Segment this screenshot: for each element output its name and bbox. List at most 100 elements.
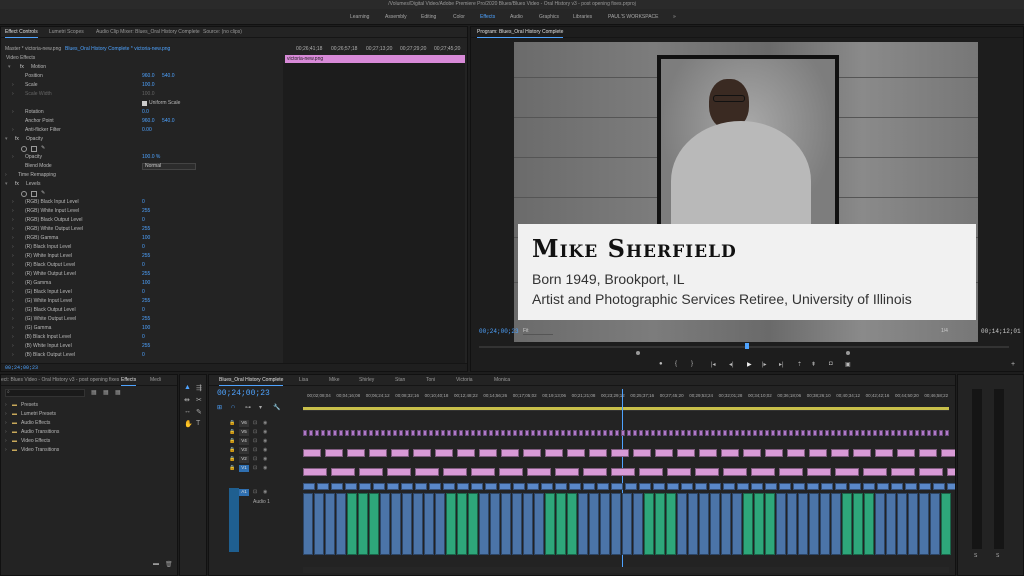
new-bin-icon[interactable]: ▬ — [153, 561, 159, 567]
clip-v6[interactable] — [303, 430, 307, 436]
track-target-label[interactable]: V3 — [239, 447, 249, 454]
expand-icon[interactable]: › — [12, 297, 14, 306]
eye-icon[interactable]: ◉ — [263, 456, 267, 462]
workspace-tab-graphics[interactable]: Graphics — [539, 9, 559, 25]
clip-v1[interactable] — [807, 483, 819, 490]
eye-icon[interactable]: ◉ — [263, 465, 267, 471]
expand-icon[interactable]: › — [12, 306, 14, 315]
clip-v1[interactable] — [373, 483, 385, 490]
clip-v3[interactable] — [415, 468, 439, 476]
clip-a1[interactable] — [600, 493, 610, 555]
rotation-row[interactable]: › Rotation 0.0 — [1, 108, 279, 117]
clip-v6[interactable] — [921, 430, 925, 436]
clip-v1[interactable] — [345, 483, 357, 490]
position-row[interactable]: Position 960.0 540.0 — [1, 72, 279, 81]
clip-v6[interactable] — [393, 430, 397, 436]
clip-v1[interactable] — [415, 483, 427, 490]
expand-icon[interactable]: › — [12, 324, 14, 333]
levels-param-row[interactable]: › (RGB) Black Output Level 0 — [1, 216, 279, 225]
workspace-tab-audio[interactable]: Audio — [510, 9, 523, 25]
clip-v1[interactable] — [401, 483, 413, 490]
clip-v6[interactable] — [381, 430, 385, 436]
hand-tool-icon[interactable]: ✋ — [184, 420, 193, 428]
blend-mode-row[interactable]: Blend Mode Normal — [1, 162, 279, 171]
expand-icon[interactable]: › — [5, 437, 7, 446]
antiflicker-row[interactable]: › Anti-flicker Filter 0.00 — [1, 126, 279, 135]
uniform-scale-checkbox[interactable] — [142, 101, 147, 106]
clip-a1[interactable] — [325, 493, 335, 555]
clip-a1[interactable] — [820, 493, 830, 555]
levels-param-value[interactable]: 255 — [142, 252, 150, 261]
clip-a1[interactable] — [875, 493, 885, 555]
delete-icon[interactable]: 🗑 — [165, 561, 173, 568]
time-remap-row[interactable]: › Time Remapping — [1, 171, 279, 180]
clip-v1[interactable] — [527, 483, 539, 490]
clip-a1[interactable] — [688, 493, 698, 555]
program-current-time[interactable]: 00;24;00;23 — [479, 328, 519, 335]
expand-icon[interactable]: › — [5, 446, 7, 455]
zoom-handle-left[interactable] — [636, 351, 640, 355]
levels-param-value[interactable]: 0 — [142, 288, 145, 297]
clip-v6[interactable] — [675, 430, 679, 436]
clip-v6[interactable] — [717, 430, 721, 436]
levels-param-row[interactable]: › (B) White Input Level 255 — [1, 342, 279, 351]
clip-a1[interactable] — [908, 493, 918, 555]
clip-v6[interactable] — [771, 430, 775, 436]
track-target-label[interactable]: V6 — [239, 420, 249, 427]
levels-param-value[interactable]: 255 — [142, 315, 150, 324]
clip-v6[interactable] — [699, 430, 703, 436]
sync-lock-icon[interactable]: ⊡ — [253, 465, 257, 471]
expand-icon[interactable]: › — [12, 252, 14, 261]
clip-v4[interactable] — [655, 449, 673, 457]
clip-v4[interactable] — [567, 449, 585, 457]
clip-v4[interactable] — [303, 449, 321, 457]
clip-v4[interactable] — [523, 449, 541, 457]
clip-v3[interactable] — [723, 468, 747, 476]
clip-v6[interactable] — [783, 430, 787, 436]
sync-lock-icon[interactable]: ⊡ — [253, 429, 257, 435]
clip-v1[interactable] — [779, 483, 791, 490]
clip-v1[interactable] — [919, 483, 931, 490]
clip-v6[interactable] — [861, 430, 865, 436]
clip-v1[interactable] — [905, 483, 917, 490]
ellipse-mask-icon[interactable] — [21, 191, 27, 197]
clip-v3[interactable] — [387, 468, 411, 476]
expand-icon[interactable]: › — [12, 342, 14, 351]
clip-v1[interactable] — [569, 483, 581, 490]
motion-effect[interactable]: ▾ fx Motion — [6, 63, 276, 72]
clip-a1[interactable] — [743, 493, 753, 555]
clip-v6[interactable] — [867, 430, 871, 436]
tab-sequence-mike[interactable]: Mike — [329, 375, 340, 386]
clip-a1[interactable] — [798, 493, 808, 555]
expand-icon[interactable]: › — [5, 428, 7, 437]
eye-icon[interactable]: ◉ — [263, 420, 267, 426]
effects-bin-item[interactable]: › ▬ Lumetri Presets — [5, 410, 175, 419]
clip-v6[interactable] — [843, 430, 847, 436]
levels-param-row[interactable]: › (R) Gamma 100 — [1, 279, 279, 288]
clip-v4[interactable] — [325, 449, 343, 457]
clip-v3[interactable] — [303, 468, 327, 476]
clip-a1[interactable] — [666, 493, 676, 555]
clip-v6[interactable] — [705, 430, 709, 436]
clip-v6[interactable] — [423, 430, 427, 436]
clip-v6[interactable] — [345, 430, 349, 436]
type-tool-icon[interactable]: T — [196, 420, 200, 427]
expand-icon[interactable]: › — [5, 410, 7, 419]
expand-icon[interactable]: › — [12, 216, 14, 225]
clip-v4[interactable] — [875, 449, 893, 457]
clip-v6[interactable] — [639, 430, 643, 436]
mark-out-icon[interactable]: } — [691, 361, 693, 367]
clip-a1[interactable] — [622, 493, 632, 555]
rectangle-mask-icon[interactable] — [31, 146, 37, 152]
expand-icon[interactable]: › — [12, 198, 14, 207]
clip-v6[interactable] — [531, 430, 535, 436]
marker-icon[interactable]: ● — [659, 361, 663, 367]
levels-param-row[interactable]: › (G) White Output Level 255 — [1, 315, 279, 324]
clip-v1[interactable] — [947, 483, 955, 490]
tab-effects[interactable]: Effects — [121, 375, 137, 386]
levels-param-row[interactable]: › (RGB) Black Input Level 0 — [1, 198, 279, 207]
clip-v6[interactable] — [729, 430, 733, 436]
clip-v6[interactable] — [369, 430, 373, 436]
clip-v6[interactable] — [519, 430, 523, 436]
levels-param-row[interactable]: › (B) Black Input Level 0 — [1, 333, 279, 342]
